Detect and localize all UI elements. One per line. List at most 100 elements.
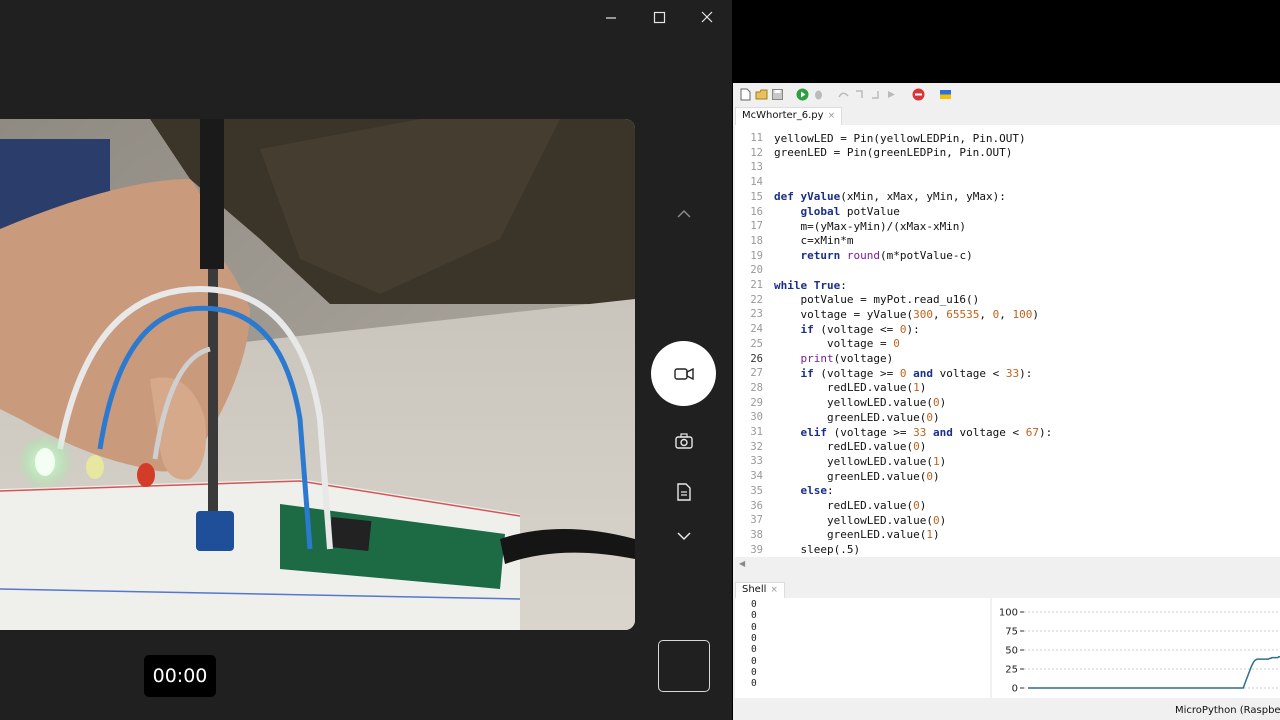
line-number: 19 (750, 249, 763, 262)
code-line[interactable]: greenLED.value(0) (774, 411, 940, 424)
shell-output[interactable]: 00000000 (735, 598, 990, 698)
line-number: 28 (750, 381, 763, 394)
code-line[interactable]: sleep(.5) (774, 543, 860, 556)
tab-shell[interactable]: Shell × (735, 582, 785, 598)
code-token: ) (1032, 307, 1039, 321)
line-number: 18 (750, 234, 763, 247)
code-token: redLED.value( (774, 440, 914, 454)
close-icon[interactable] (695, 6, 719, 30)
code-token: 0 (932, 513, 940, 527)
scroll-left-icon[interactable]: ◀ (739, 559, 745, 568)
code-token: , (932, 307, 947, 321)
code-line[interactable]: def yValue(xMin, xMax, yMin, yMax): (774, 190, 1006, 203)
debug-icon[interactable] (812, 88, 825, 101)
close-tab-icon[interactable]: × (828, 111, 836, 121)
code-token: 33 (913, 425, 927, 439)
shell-output-line: 0 (751, 678, 757, 690)
camera-icon (675, 433, 693, 449)
code-line[interactable]: yellowLED = Pin(yellowLEDPin, Pin.OUT) (774, 132, 1026, 145)
code-line[interactable]: greenLED.value(1) (774, 528, 940, 541)
run-icon[interactable] (796, 88, 809, 101)
code-token: voltage = yValue( (774, 307, 914, 321)
code-editor[interactable]: 11 12 13 14 15 16 17 18 19 20 21 22 23 24 25 26 27 28 29 30… (735, 125, 1280, 557)
code-line[interactable]: m=(yMax-yMin)/(xMax-xMin) (774, 220, 966, 233)
plot-tick-label: 50 (1005, 646, 1018, 657)
code-token: yellowLED = Pin(yellowLEDPin, Pin.OUT) (774, 131, 1026, 145)
code-line[interactable]: if (voltage >= 0 and voltage < 33): (774, 366, 1033, 380)
code-line[interactable]: global potValue (774, 205, 900, 218)
chevron-down-icon[interactable] (670, 522, 698, 550)
interpreter-status[interactable]: MicroPython (Raspberry (1175, 705, 1280, 716)
code-line[interactable]: redLED.value(1) (774, 381, 926, 394)
code-line[interactable]: else: (774, 484, 834, 497)
code-token: 0 (932, 396, 940, 410)
code-token: yellowLED.value( (774, 513, 933, 527)
gallery-thumbnail[interactable] (658, 640, 710, 692)
code-token: greenLED.value( (774, 528, 927, 542)
code-token: 1 (932, 454, 940, 468)
shell-output-line: 0 (751, 666, 757, 678)
resume-icon[interactable] (885, 88, 898, 101)
step-out-icon[interactable] (869, 88, 882, 101)
code-token: voltage < (952, 425, 1026, 439)
code-line[interactable]: while True: (774, 279, 847, 292)
line-number: 36 (750, 499, 763, 512)
code-line[interactable]: elif (voltage >= 33 and voltage < 67): (774, 425, 1053, 439)
close-tab-icon[interactable]: × (770, 585, 778, 595)
horizontal-scrollbar[interactable]: ◀ (735, 559, 1280, 571)
code-token: and (932, 425, 953, 439)
line-number: 21 (750, 279, 763, 291)
code-line[interactable]: voltage = yValue(300, 65535, 0, 100) (774, 307, 1039, 321)
code-line[interactable]: voltage = 0 (774, 337, 900, 350)
code-token: (voltage >= (813, 366, 900, 380)
code-line[interactable]: yellowLED.value(0) (774, 514, 946, 527)
code-line[interactable]: yellowLED.value(1) (774, 455, 946, 468)
camera-window: 00:00 (0, 0, 732, 720)
chevron-up-icon[interactable] (670, 200, 698, 228)
editor-tabbar: McWhorter_6.py × (733, 107, 1280, 125)
new-file-icon[interactable] (739, 88, 752, 101)
code-token: 0 (926, 469, 933, 483)
step-into-icon[interactable] (853, 88, 866, 101)
code-line[interactable]: greenLED.value(0) (774, 470, 940, 483)
code-line[interactable]: return round(m*potValue-c) (774, 249, 973, 262)
code-token: c=xMin*m (774, 234, 854, 248)
code-token: ) (919, 440, 927, 454)
record-video-button[interactable] (651, 341, 716, 406)
code-line[interactable]: potValue = myPot.read_u16() (774, 293, 979, 306)
code-token: greenLED.value( (774, 410, 927, 424)
stop-icon[interactable] (912, 88, 925, 101)
save-icon[interactable] (771, 88, 784, 101)
line-number: 12 (750, 146, 763, 159)
tab-mcwhorter-6[interactable]: McWhorter_6.py × (735, 107, 843, 125)
code-token: , (979, 307, 993, 321)
minimize-icon[interactable] (599, 6, 623, 30)
ukraine-flag-icon[interactable] (939, 88, 952, 101)
code-token: (voltage >= (827, 425, 914, 439)
code-token: redLED.value( (774, 381, 914, 395)
code-token: while (774, 278, 808, 292)
open-file-icon[interactable] (755, 88, 768, 101)
plot-tick-label: 100 (999, 608, 1018, 619)
maximize-icon[interactable] (647, 6, 671, 30)
line-number: 33 (750, 455, 763, 468)
code-line[interactable]: redLED.value(0) (774, 440, 926, 453)
code-line[interactable]: if (voltage <= 0): (774, 323, 920, 336)
line-number: 11 (750, 132, 763, 144)
shell-tab-label: Shell (742, 584, 767, 595)
code-line[interactable]: c=xMin*m (774, 234, 853, 247)
code-line[interactable]: print(voltage) (774, 352, 894, 365)
code-line[interactable]: redLED.value(0) (774, 499, 926, 512)
code-token: print (800, 352, 834, 365)
document-mode-button[interactable] (670, 478, 698, 506)
photo-mode-button[interactable] (670, 427, 698, 455)
plot-series-line (1028, 656, 1280, 689)
step-over-icon[interactable] (837, 88, 850, 101)
code-line[interactable]: yellowLED.value(0) (774, 396, 946, 409)
shell-output-line: 0 (751, 655, 757, 667)
code-line[interactable]: greenLED = Pin(greenLEDPin, Pin.OUT) (774, 146, 1012, 159)
